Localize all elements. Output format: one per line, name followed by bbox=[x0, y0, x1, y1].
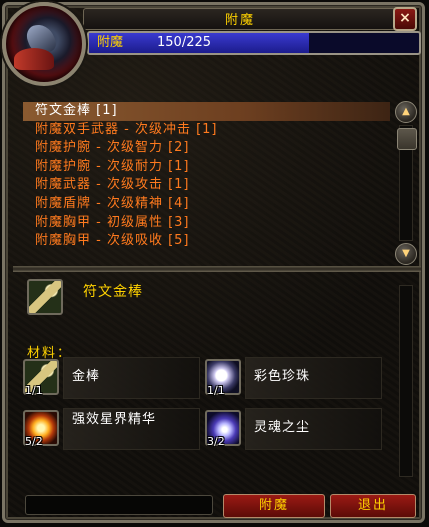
scroll-up-icon[interactable]: ▲ bbox=[395, 101, 417, 123]
recipe-item-2h-lesser-impact[interactable]: 附魔双手武器 - 次级冲击 [1] bbox=[23, 121, 390, 140]
recipe-item-weapon-lesser-striking[interactable]: 附魔武器 - 次级攻击 [1] bbox=[23, 176, 390, 195]
player-portrait bbox=[2, 2, 86, 86]
reagent-name-box: 金棒 bbox=[63, 357, 200, 399]
reagent-name: 灵魂之尘 bbox=[254, 420, 311, 435]
recipe-item-chest-lesser-absorption[interactable]: 附魔胸甲 - 次级吸收 [5] bbox=[23, 232, 390, 251]
reagent-count: 3/2 bbox=[207, 435, 225, 448]
reagent-count: 1/1 bbox=[25, 384, 43, 397]
reagent-slot[interactable]: 3/2 灵魂之尘 bbox=[205, 408, 382, 450]
skill-rank-bar: 附魔 150/225 bbox=[87, 31, 421, 55]
detail-scrollbar[interactable] bbox=[395, 273, 417, 481]
reagent-name-box: 强效星界精华 bbox=[63, 408, 200, 450]
recipe-item-bracer-lesser-stamina[interactable]: 附魔护腕 - 次级耐力 [1] bbox=[23, 158, 390, 177]
scroll-down-icon[interactable]: ▼ bbox=[395, 243, 417, 265]
close-button[interactable]: × bbox=[393, 7, 417, 31]
product-name: 符文金棒 bbox=[83, 284, 143, 300]
exit-button[interactable]: 退出 bbox=[330, 494, 416, 518]
product-golden-rod-icon[interactable] bbox=[27, 279, 63, 315]
skill-name: 附魔 bbox=[97, 35, 124, 50]
recipe-item-chest-minor-stats[interactable]: 附魔胸甲 - 初级属性 [3] bbox=[23, 214, 390, 233]
reagent-name: 强效星界精华 bbox=[72, 412, 157, 427]
reagent-name-box: 彩色珍珠 bbox=[245, 357, 382, 399]
reagent-name: 金棒 bbox=[72, 369, 101, 384]
reagent-count: 5/2 bbox=[25, 435, 43, 448]
reagent-slot[interactable]: 1/1 彩色珍珠 bbox=[205, 357, 382, 399]
recipe-list: 符文金棒 [1] 附魔双手武器 - 次级冲击 [1] 附魔护腕 - 次级智力 [… bbox=[23, 102, 390, 262]
recipe-item-shield-lesser-spirit[interactable]: 附魔盾牌 - 次级精神 [4] bbox=[23, 195, 390, 214]
portrait-collar bbox=[14, 48, 54, 70]
create-enchant-button[interactable]: 附魔 bbox=[223, 494, 325, 518]
title-bar[interactable]: 附魔 bbox=[83, 8, 397, 30]
reagent-count: 1/1 bbox=[207, 384, 225, 397]
panel-divider bbox=[13, 266, 421, 272]
status-input-box[interactable] bbox=[25, 495, 213, 515]
recipe-scroll-thumb[interactable] bbox=[397, 128, 417, 150]
recipe-list-scrollbar[interactable]: ▲ ▼ bbox=[395, 101, 417, 265]
window-title: 附魔 bbox=[224, 13, 255, 28]
recipe-item-bracer-lesser-intellect[interactable]: 附魔护腕 - 次级智力 [2] bbox=[23, 139, 390, 158]
recipe-scroll-track[interactable] bbox=[397, 125, 417, 241]
reagent-name-box: 灵魂之尘 bbox=[245, 408, 382, 450]
reagent-slot[interactable]: 1/1 金棒 bbox=[23, 357, 200, 399]
skill-value: 150/225 bbox=[157, 35, 212, 50]
reagent-name: 彩色珍珠 bbox=[254, 369, 311, 384]
recipe-item-runed-golden-rod[interactable]: 符文金棒 [1] bbox=[23, 102, 390, 121]
enchanting-window: 附魔 × 附魔 150/225 符文金棒 [1] 附魔双手武器 - 次级冲击 [… bbox=[2, 2, 425, 523]
detail-scroll-track[interactable] bbox=[399, 285, 413, 477]
reagent-slot[interactable]: 5/2 强效星界精华 bbox=[23, 408, 200, 450]
